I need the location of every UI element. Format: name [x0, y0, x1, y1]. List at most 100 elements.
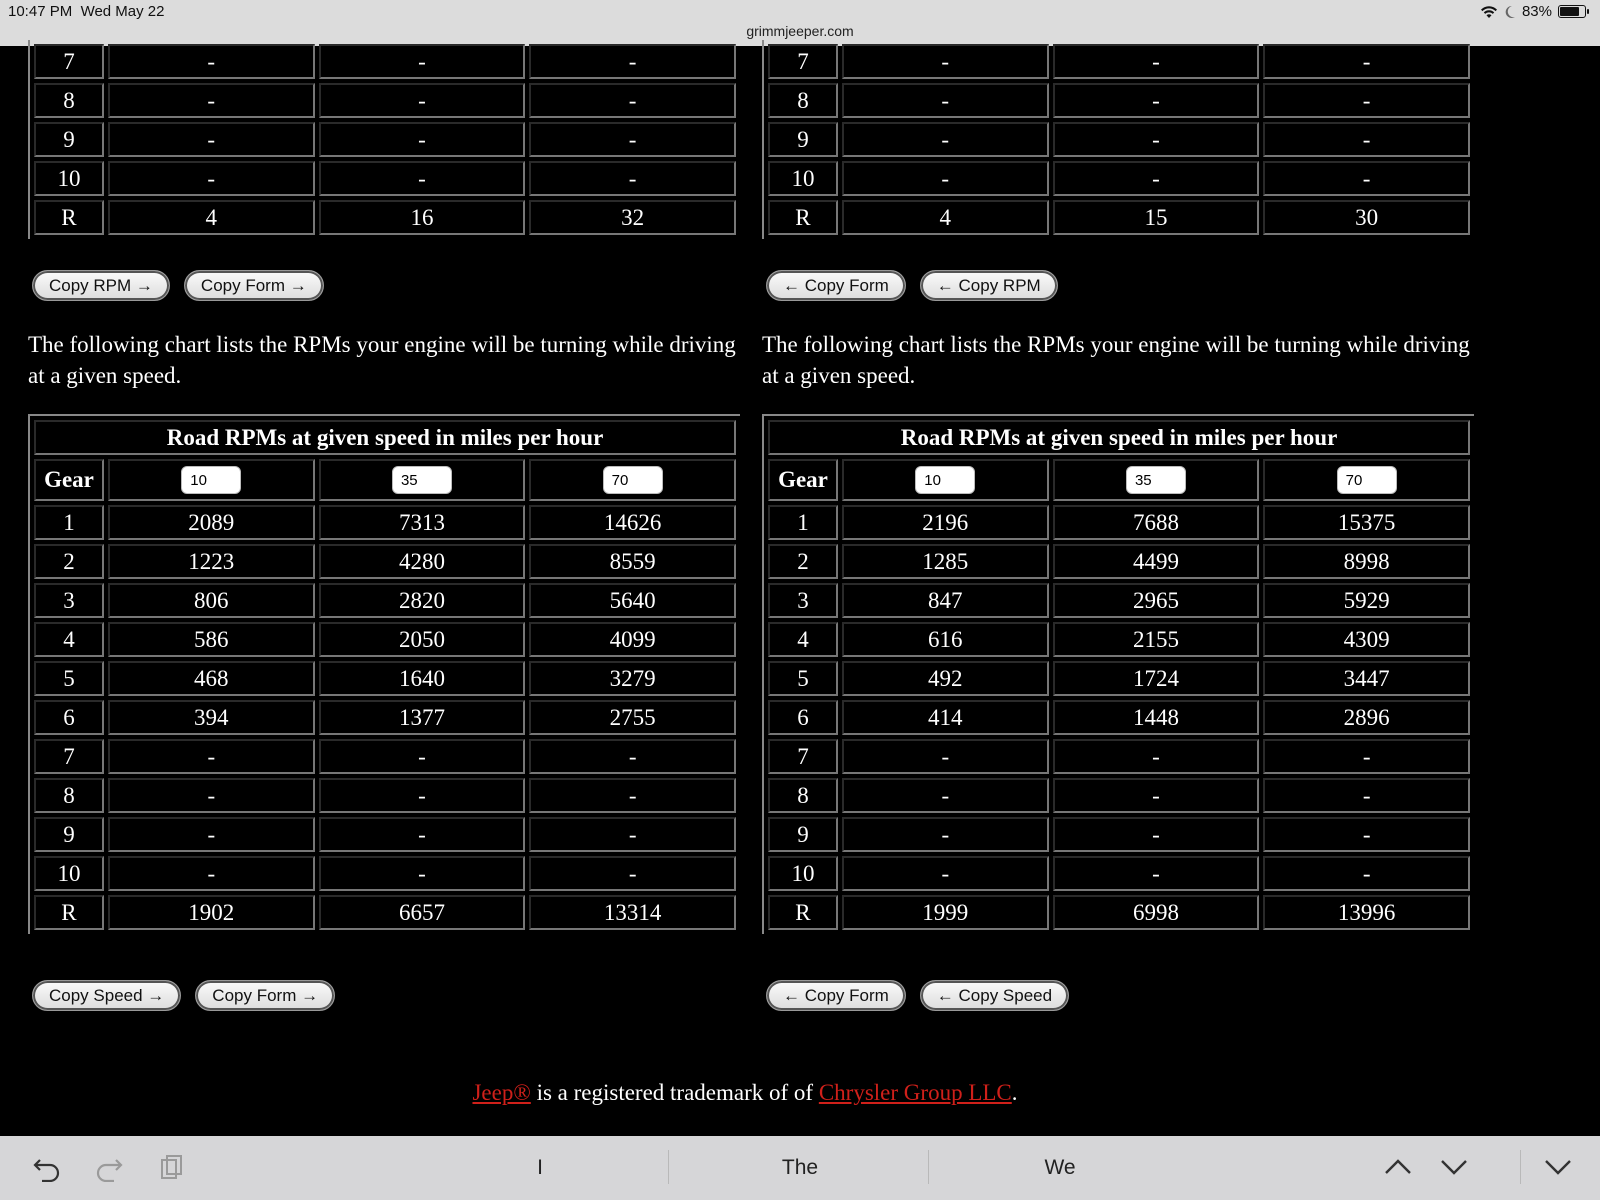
url-bar[interactable]: grimmjeeper.com — [0, 23, 1600, 39]
gear-cell: 10 — [34, 856, 104, 891]
table-row: 8--- — [34, 83, 736, 118]
rpm-cell: - — [1052, 739, 1260, 774]
rpm-cell: 847 — [841, 583, 1049, 618]
table-row: 7--- — [768, 44, 1470, 79]
copy-rpm-right-button[interactable]: Copy RPM → — [32, 270, 170, 301]
rpm-cell: - — [529, 122, 736, 157]
gear-cell: 7 — [34, 739, 104, 774]
left-column: 7- - -8- - -9- - -10- - - R 4 16 32 — [28, 40, 740, 239]
rpm-cell: - — [529, 817, 736, 852]
caption-row: Road RPMs at given speed in miles per ho… — [34, 420, 736, 455]
rpm-cell: 3279 — [529, 661, 736, 696]
left-buttons-top: Copy RPM → Copy Form → — [32, 270, 324, 301]
gear-cell: 8 — [34, 83, 104, 118]
undo-icon[interactable] — [32, 1156, 62, 1182]
copy-form-left-button[interactable]: ← Copy Form — [766, 270, 906, 301]
rpm-cell: 1902 — [107, 895, 315, 930]
gear-cell: 5 — [34, 661, 104, 696]
rpm-cell: 15375 — [1263, 505, 1470, 540]
speed-input[interactable] — [602, 466, 663, 495]
paste-icon[interactable] — [160, 1154, 184, 1182]
rpm-cell: 4499 — [1052, 544, 1260, 579]
chevron-up-icon[interactable] — [1384, 1158, 1412, 1176]
table-row: 3 847 2965 5929 — [768, 583, 1470, 618]
rpm-cell: - — [318, 778, 526, 813]
rpm-cell: 7313 — [318, 505, 526, 540]
separator — [928, 1150, 929, 1184]
copy-speed-left-button[interactable]: ← Copy Speed — [919, 980, 1070, 1011]
rpm-cell: - — [107, 856, 315, 891]
suggestion-2[interactable]: The — [700, 1156, 900, 1180]
rpm-cell: 2089 — [107, 505, 315, 540]
rpm-cell: 4 — [107, 200, 315, 235]
rpm-cell: - — [107, 161, 315, 196]
rpm-cell: 2050 — [318, 622, 526, 657]
speed-input[interactable] — [1336, 466, 1397, 495]
rpm-cell: 13314 — [529, 895, 736, 930]
gear-cell: 4 — [768, 622, 838, 657]
rpm-cell: - — [841, 856, 1049, 891]
speed-header — [318, 459, 526, 501]
table-row: 7--- — [768, 739, 1470, 774]
speed-header — [1263, 459, 1470, 501]
gear-cell: 2 — [768, 544, 838, 579]
rpm-cell: 13996 — [1263, 895, 1470, 930]
gear-cell: 1 — [768, 505, 838, 540]
gear-cell: 2 — [34, 544, 104, 579]
rpm-cell: 2755 — [529, 700, 736, 735]
table-row: 2 1223 4280 8559 — [34, 544, 736, 579]
rpm-cell: 5640 — [529, 583, 736, 618]
chrysler-link[interactable]: Chrysler Group LLC — [819, 1080, 1012, 1105]
copy-rpm-left-button[interactable]: ← Copy RPM — [919, 270, 1058, 301]
table-row: 9--- — [768, 817, 1470, 852]
table-row: 8--- — [34, 778, 736, 813]
trademark-footer: Jeep® is a registered trademark of of Ch… — [472, 1080, 1018, 1105]
gear-cell: 1 — [34, 505, 104, 540]
table-row: 1 2089 7313 14626 — [34, 505, 736, 540]
left-road-rpm: Road RPMs at given speed in miles per ho… — [28, 414, 740, 934]
suggestion-3[interactable]: We — [960, 1156, 1160, 1180]
speed-header — [529, 459, 736, 501]
speed-input[interactable] — [1125, 466, 1186, 495]
suggestion-1[interactable]: I — [440, 1156, 640, 1180]
rpm-cell: - — [529, 44, 736, 79]
copy-form-left-button-2[interactable]: ← Copy Form — [766, 980, 906, 1011]
rpm-cell: - — [529, 856, 736, 891]
rpm-cell: - — [841, 817, 1049, 852]
dismiss-keyboard-icon[interactable] — [1544, 1158, 1572, 1176]
table-row: 9--- — [34, 817, 736, 852]
rpm-cell: 6998 — [1052, 895, 1260, 930]
table-row: 7--- — [34, 44, 736, 79]
table-row: 8--- — [768, 83, 1470, 118]
chevron-down-icon[interactable] — [1440, 1158, 1468, 1176]
speed-header — [1052, 459, 1260, 501]
gear-cell: 7 — [768, 44, 838, 79]
rpm-cell: 15 — [1052, 200, 1260, 235]
rpm-cell: - — [318, 739, 526, 774]
copy-speed-right-button[interactable]: Copy Speed → — [32, 980, 182, 1011]
rpm-cell: - — [529, 739, 736, 774]
gear-cell: 4 — [34, 622, 104, 657]
gear-cell: 3 — [768, 583, 838, 618]
rpm-cell: - — [1263, 856, 1470, 891]
copy-form-right-button-2[interactable]: Copy Form → — [195, 980, 336, 1011]
jeep-link[interactable]: Jeep® — [472, 1080, 530, 1105]
rpm-cell: 492 — [841, 661, 1049, 696]
redo-icon[interactable] — [94, 1156, 124, 1182]
left-buttons-bottom: Copy Speed → Copy Form → — [32, 980, 336, 1011]
rpm-cell: 4309 — [1263, 622, 1470, 657]
rpm-cell: - — [107, 817, 315, 852]
rpm-cell: 1223 — [107, 544, 315, 579]
battery-percent: 83% — [1521, 3, 1552, 20]
table-row: 3 806 2820 5640 — [34, 583, 736, 618]
copy-form-right-button[interactable]: Copy Form → — [183, 270, 324, 301]
table-row: 7--- — [34, 739, 736, 774]
speed-input[interactable] — [391, 466, 452, 495]
rpm-cell: - — [1052, 44, 1260, 79]
rpm-cell: - — [107, 739, 315, 774]
table-row: 6 394 1377 2755 — [34, 700, 736, 735]
speed-input[interactable] — [915, 466, 976, 495]
right-buttons-bottom: ← Copy Form ← Copy Speed — [766, 980, 1070, 1011]
speed-input[interactable] — [181, 466, 242, 495]
rpm-cell: 5929 — [1263, 583, 1470, 618]
